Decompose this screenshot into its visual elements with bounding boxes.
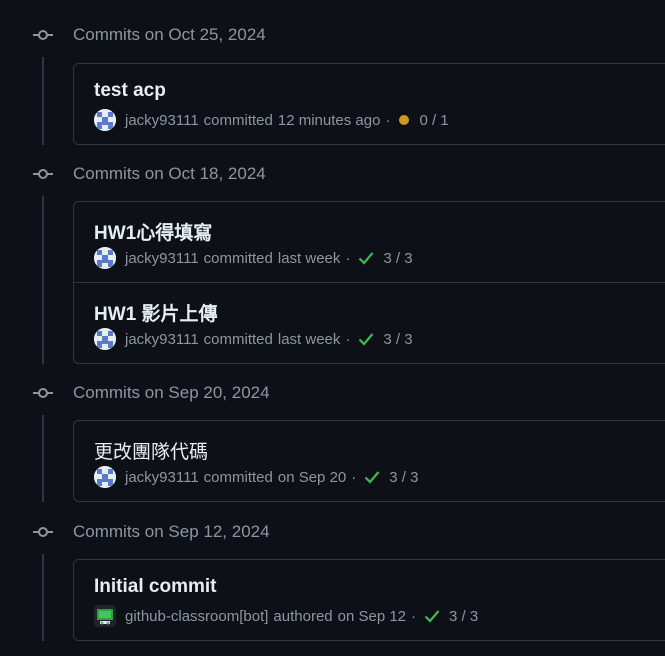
commit-message-link[interactable]: Initial commit [94, 576, 216, 598]
separator-dot: · [385, 111, 391, 129]
commit-meta: jacky93111 committed 12 minutes ago · 0 … [94, 109, 449, 131]
git-commit-icon [33, 527, 53, 537]
avatar[interactable] [94, 247, 116, 269]
commit-list: Initial commit github-classroom[bot] aut… [73, 559, 665, 641]
commit-meta: github-classroom[bot] authored on Sep 12… [94, 605, 478, 627]
commit-meta: jacky93111 committed last week · 3 / 3 [94, 328, 413, 350]
git-commit-icon [33, 30, 53, 40]
check-icon[interactable] [358, 251, 374, 265]
commit-meta: jacky93111 committed on Sep 20 · 3 / 3 [94, 466, 418, 488]
commit-list: 更改團隊代碼 jacky93111 committed on Sep 20 · … [73, 420, 665, 502]
commit-meta: jacky93111 committed last week · 3 / 3 [94, 247, 413, 269]
commit-author-link[interactable]: jacky93111 [125, 469, 199, 486]
classroom-bot-icon [94, 605, 116, 627]
commit-row[interactable]: Initial commit github-classroom[bot] aut… [74, 560, 665, 640]
checks-count[interactable]: 3 / 3 [449, 608, 478, 625]
separator-dot: · [411, 607, 417, 625]
checks-count[interactable]: 3 / 3 [383, 250, 412, 267]
commit-message-link[interactable]: 更改團隊代碼 [94, 437, 208, 464]
commit-message-link[interactable]: test acp [94, 80, 166, 102]
commit-time: on Sep 12 [337, 607, 407, 625]
check-icon[interactable] [358, 332, 374, 346]
commit-time: 12 minutes ago [277, 111, 381, 129]
commit-author-link[interactable]: github-classroom[bot] [125, 608, 268, 625]
commit-row[interactable]: HW1 影片上傳 jacky93111 committed last week … [74, 282, 665, 362]
commit-group-title: Commits on Sep 20, 2024 [73, 383, 270, 402]
commit-message-link[interactable]: HW1 影片上傳 [94, 299, 218, 326]
identicon-icon [94, 109, 116, 131]
commit-author-link[interactable]: jacky93111 [125, 250, 199, 267]
timeline-line [42, 196, 44, 364]
check-icon[interactable] [424, 609, 440, 623]
commit-timeline: Commits on Oct 25, 2024 test acp jacky93… [0, 0, 665, 656]
commit-group-header: Commits on Oct 25, 2024 [0, 23, 665, 47]
avatar[interactable] [94, 109, 116, 131]
bot-avatar[interactable] [94, 605, 116, 627]
commit-list: HW1心得填寫 jacky93111 committed last week ·… [73, 201, 665, 364]
timeline-line [42, 57, 44, 145]
commit-group-header: Commits on Sep 12, 2024 [0, 520, 665, 544]
git-commit-icon [33, 169, 53, 179]
commit-time: last week [277, 330, 341, 348]
commit-time: on Sep 20 [277, 468, 347, 486]
commit-group-title: Commits on Sep 12, 2024 [73, 522, 270, 541]
commit-row[interactable]: 更改團隊代碼 jacky93111 committed on Sep 20 · … [74, 421, 665, 501]
avatar[interactable] [94, 466, 116, 488]
commit-group-title: Commits on Oct 25, 2024 [73, 25, 266, 44]
separator-dot: · [345, 330, 351, 348]
separator-dot: · [345, 249, 351, 267]
commit-author-link[interactable]: jacky93111 [125, 112, 199, 129]
git-commit-icon [33, 388, 53, 398]
checks-count[interactable]: 3 / 3 [389, 469, 418, 486]
identicon-icon [94, 328, 116, 350]
checks-count[interactable]: 0 / 1 [419, 112, 448, 129]
separator-dot: · [351, 468, 357, 486]
commit-time: last week [277, 249, 341, 267]
timeline-line [42, 554, 44, 641]
checks-count[interactable]: 3 / 3 [383, 331, 412, 348]
commit-verb: authored [273, 607, 333, 625]
commit-verb: committed [203, 111, 273, 129]
commit-verb: committed [203, 249, 273, 267]
commit-group-header: Commits on Oct 18, 2024 [0, 162, 665, 186]
commit-verb: committed [203, 468, 273, 486]
commit-group-header: Commits on Sep 20, 2024 [0, 381, 665, 405]
identicon-icon [94, 247, 116, 269]
pending-dot-icon[interactable] [398, 114, 410, 126]
commit-row[interactable]: test acp jacky93111 committed 12 minutes… [74, 64, 665, 144]
commit-list: test acp jacky93111 committed 12 minutes… [73, 63, 665, 145]
commit-message-link[interactable]: HW1心得填寫 [94, 218, 212, 245]
check-icon[interactable] [364, 470, 380, 484]
timeline-line [42, 415, 44, 502]
commit-verb: committed [203, 330, 273, 348]
commit-group-title: Commits on Oct 18, 2024 [73, 164, 266, 183]
identicon-icon [94, 466, 116, 488]
commit-author-link[interactable]: jacky93111 [125, 331, 199, 348]
avatar[interactable] [94, 328, 116, 350]
commit-row[interactable]: HW1心得填寫 jacky93111 committed last week ·… [74, 202, 665, 282]
